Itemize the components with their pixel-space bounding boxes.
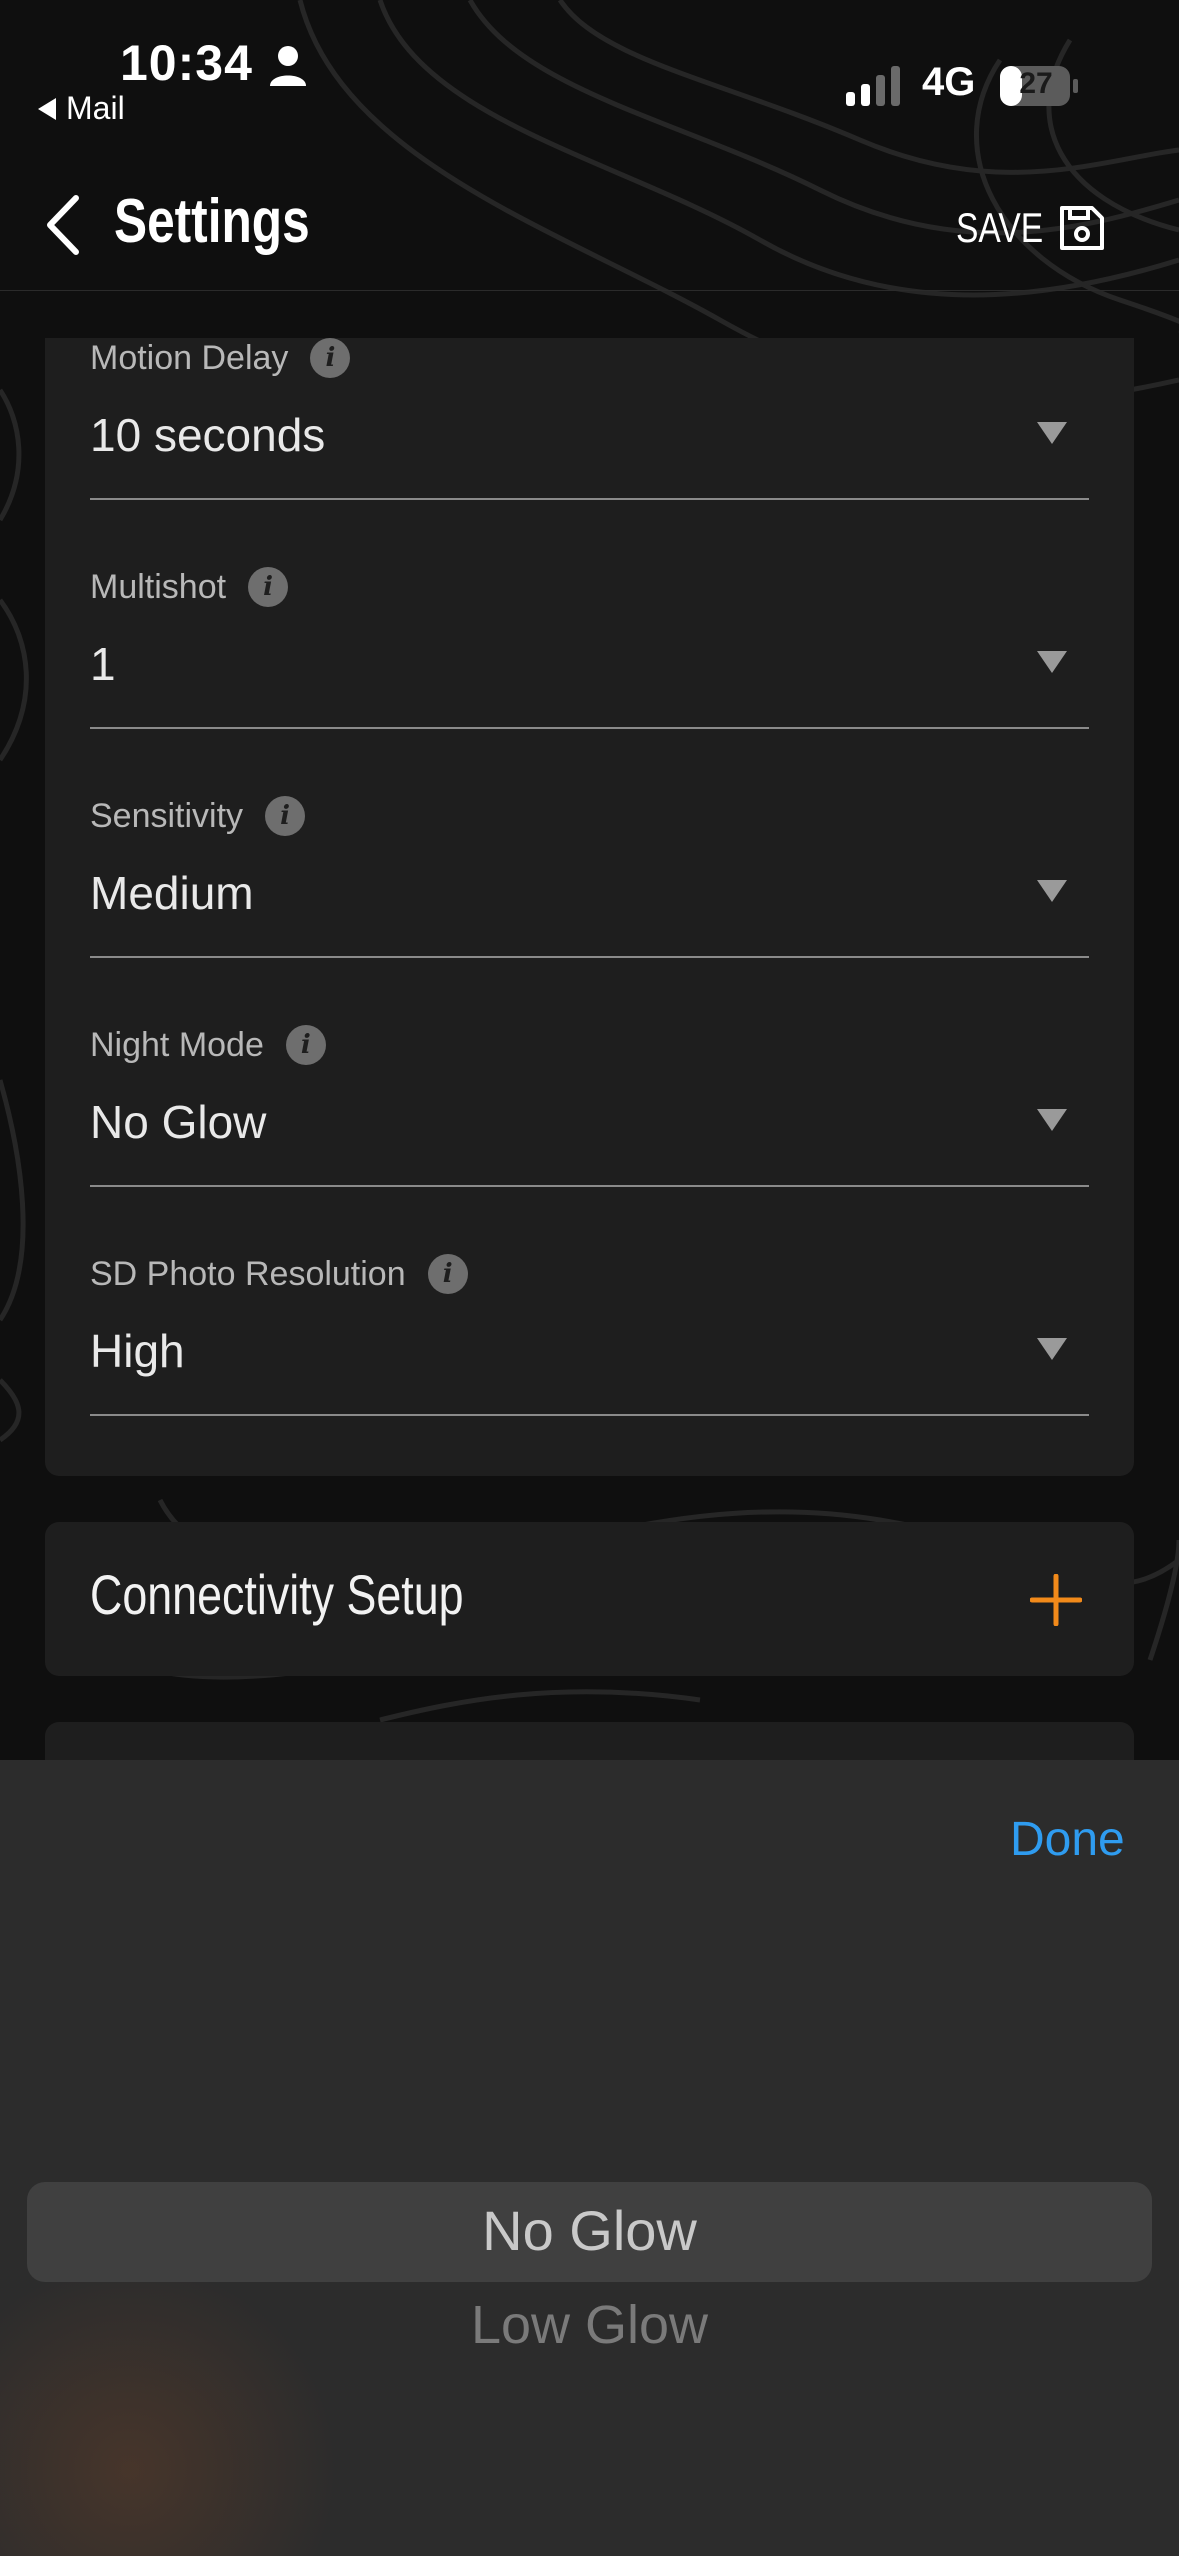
- sensitivity-value: Medium: [90, 867, 254, 919]
- dropdown-arrow-icon: [1037, 422, 1067, 444]
- status-bar: 10:34 Mail 4G 27: [0, 0, 1179, 150]
- field-label: Motion Delay i: [90, 338, 351, 378]
- page-title: Settings: [114, 187, 310, 256]
- sd-photo-resolution-field[interactable]: SD Photo Resolution i High: [90, 1254, 1089, 1416]
- multishot-label: Multishot: [90, 567, 227, 606]
- night-mode-label: Night Mode: [90, 1025, 264, 1064]
- motion-delay-label: Motion Delay: [90, 338, 289, 377]
- field-underline: [90, 1185, 1089, 1187]
- sensitivity-label: Sensitivity: [90, 796, 244, 835]
- field-label: Night Mode i: [90, 1025, 326, 1065]
- person-icon: [270, 46, 306, 86]
- night-mode-field[interactable]: Night Mode i No Glow: [90, 1025, 1089, 1187]
- picker-option-selected[interactable]: No Glow: [0, 2198, 1179, 2263]
- info-icon[interactable]: i: [285, 1025, 326, 1065]
- field-label: SD Photo Resolution i: [90, 1254, 468, 1294]
- dropdown-arrow-icon: [1037, 880, 1067, 902]
- plus-icon[interactable]: [1030, 1574, 1082, 1626]
- night-mode-value: No Glow: [90, 1096, 267, 1148]
- picker-option[interactable]: Low Glow: [0, 2294, 1179, 2356]
- motion-delay-value: 10 seconds: [90, 409, 326, 461]
- field-label: Sensitivity i: [90, 796, 306, 836]
- signal-icon: [846, 66, 900, 106]
- sensitivity-field[interactable]: Sensitivity i Medium: [90, 796, 1089, 958]
- motion-delay-field[interactable]: Motion Delay i 10 seconds: [90, 338, 1089, 500]
- field-label: Multishot i: [90, 567, 289, 607]
- camera-settings-card: Motion Delay i 10 seconds Multishot i 1 …: [45, 338, 1134, 1476]
- dropdown-arrow-icon: [1037, 1109, 1067, 1131]
- info-icon[interactable]: i: [427, 1254, 468, 1294]
- sd-photo-resolution-value: High: [90, 1325, 185, 1377]
- info-icon[interactable]: i: [310, 338, 351, 378]
- done-button[interactable]: Done: [1010, 1812, 1125, 1867]
- network-type: 4G: [922, 60, 976, 104]
- back-app-label: Mail: [66, 90, 125, 126]
- back-triangle-icon: [38, 97, 56, 120]
- floppy-disk-icon[interactable]: [1058, 204, 1106, 252]
- info-icon[interactable]: i: [265, 796, 306, 836]
- field-underline: [90, 1414, 1089, 1416]
- field-underline: [90, 727, 1089, 729]
- info-icon[interactable]: i: [248, 567, 289, 607]
- field-underline: [90, 956, 1089, 958]
- dropdown-arrow-icon: [1037, 651, 1067, 673]
- connectivity-setup-title: Connectivity Setup: [90, 1563, 464, 1626]
- connectivity-setup-section[interactable]: Connectivity Setup: [45, 1522, 1134, 1676]
- sd-photo-resolution-label: SD Photo Resolution: [90, 1254, 406, 1293]
- save-button[interactable]: SAVE: [956, 204, 1043, 252]
- picker-sheet: Done No Glow Low Glow: [0, 1760, 1179, 2556]
- multishot-field[interactable]: Multishot i 1: [90, 567, 1089, 729]
- back-to-app-link[interactable]: Mail: [38, 90, 125, 127]
- clock-time: 10:34: [120, 35, 253, 91]
- multishot-value: 1: [90, 638, 116, 690]
- battery-level: 27: [1019, 67, 1053, 100]
- dropdown-arrow-icon: [1037, 1338, 1067, 1360]
- navigation-bar: Settings SAVE: [0, 160, 1179, 291]
- back-chevron-icon[interactable]: [44, 194, 88, 256]
- field-underline: [90, 498, 1089, 500]
